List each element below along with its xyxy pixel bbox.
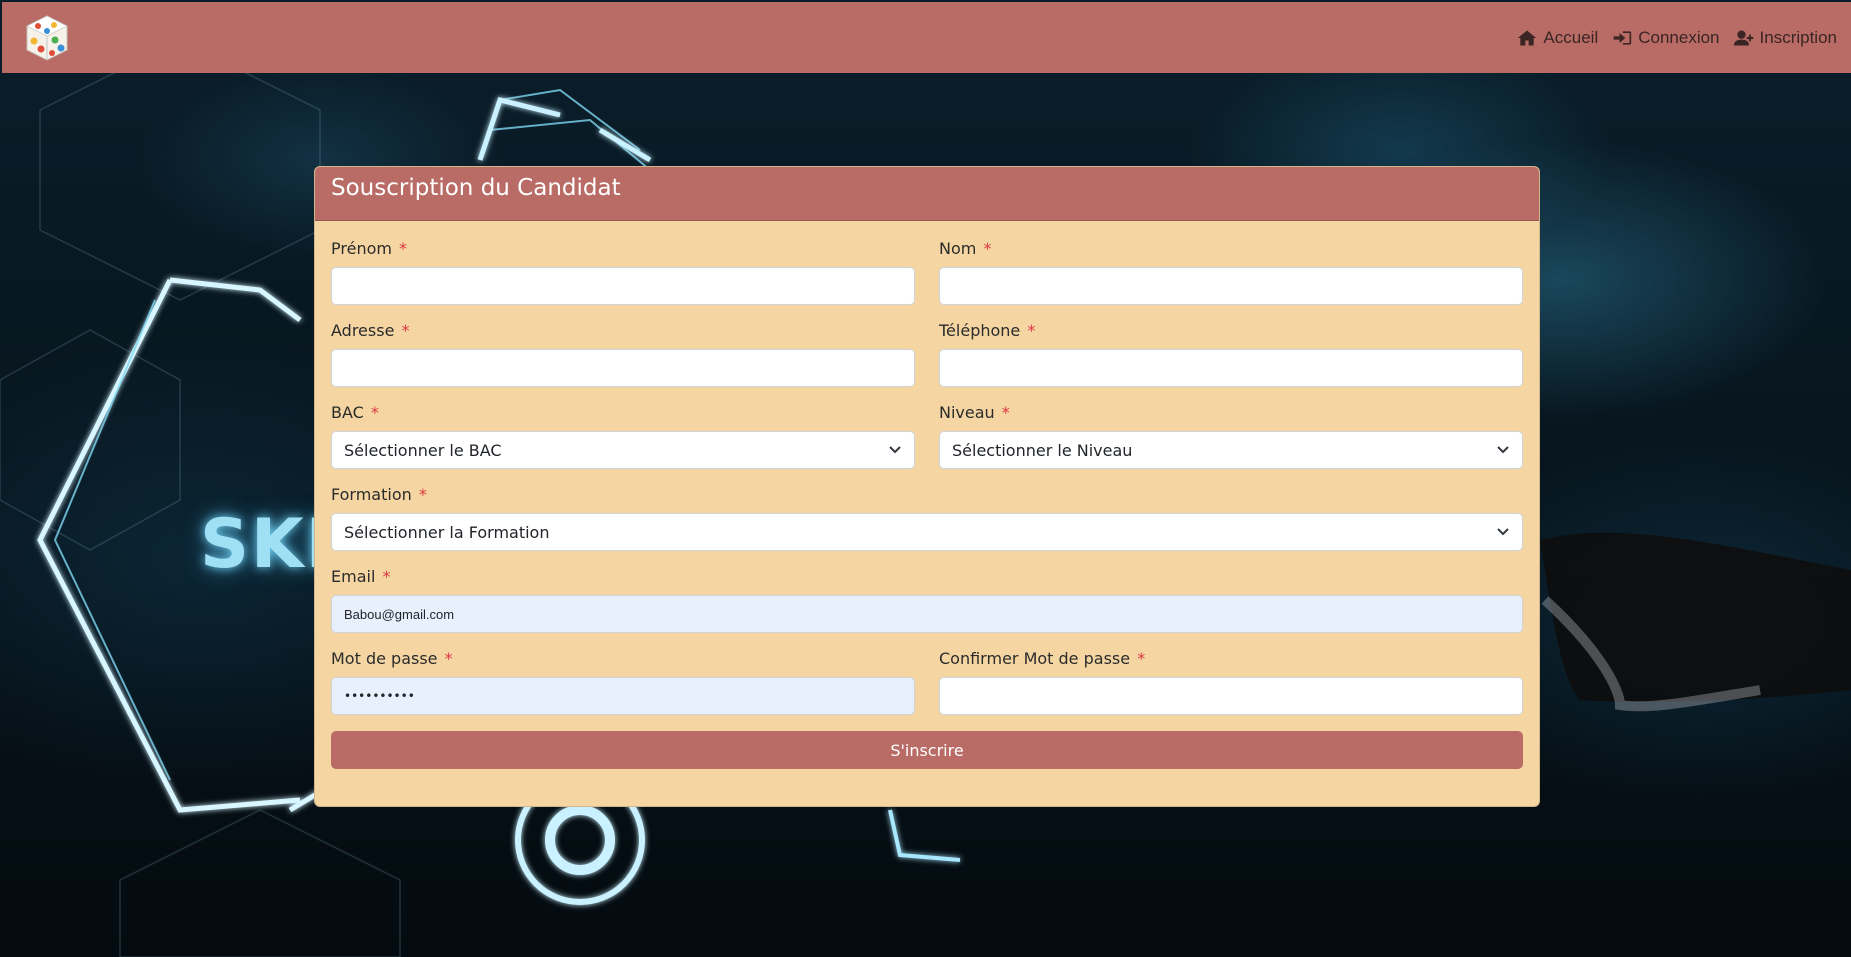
field-group-confirm-password: Confirmer Mot de passe * <box>939 649 1523 715</box>
bac-label-text: BAC <box>331 403 364 422</box>
formation-label-text: Formation <box>331 485 412 504</box>
nav-login-link[interactable]: Connexion <box>1612 27 1720 48</box>
form-row-contact: Adresse * Téléphone * <box>331 321 1523 387</box>
chevron-down-icon <box>1497 446 1509 454</box>
formation-select[interactable]: Sélectionner la Formation <box>331 513 1523 551</box>
form-row-formation: Formation * Sélectionner la Formation <box>331 485 1523 551</box>
telephone-input[interactable] <box>939 349 1523 387</box>
form-row-password: Mot de passe * Confirmer Mot de passe * <box>331 649 1523 715</box>
bac-label: BAC * <box>331 403 915 422</box>
niveau-label-text: Niveau <box>939 403 995 422</box>
adresse-input[interactable] <box>331 349 915 387</box>
nav-home-label: Accueil <box>1543 27 1599 47</box>
form-row-education: BAC * Sélectionner le BAC Niveau * Sélec… <box>331 403 1523 469</box>
niveau-label: Niveau * <box>939 403 1523 422</box>
nom-label-text: Nom <box>939 239 977 258</box>
field-group-email: Email * <box>331 567 1523 633</box>
field-group-prenom: Prénom * <box>331 239 915 305</box>
required-marker: * <box>382 567 391 586</box>
required-marker: * <box>370 403 379 422</box>
required-marker: * <box>401 321 410 340</box>
email-label-text: Email <box>331 567 376 586</box>
field-group-telephone: Téléphone * <box>939 321 1523 387</box>
field-group-niveau: Niveau * Sélectionner le Niveau <box>939 403 1523 469</box>
user-plus-icon <box>1733 30 1753 45</box>
password-label-text: Mot de passe <box>331 649 438 668</box>
confirm-password-input[interactable] <box>939 677 1523 715</box>
confirm-password-label: Confirmer Mot de passe * <box>939 649 1523 668</box>
required-marker: * <box>1027 321 1036 340</box>
telephone-label-text: Téléphone <box>939 321 1021 340</box>
email-label: Email * <box>331 567 1523 586</box>
required-marker: * <box>983 239 992 258</box>
nav-login-label: Connexion <box>1638 27 1720 47</box>
field-group-formation: Formation * Sélectionner la Formation <box>331 485 1523 551</box>
chevron-down-icon <box>889 446 901 454</box>
nav-links: Accueil Connexion Inscription <box>1517 28 1837 48</box>
prenom-input[interactable] <box>331 267 915 305</box>
adresse-label: Adresse * <box>331 321 915 340</box>
form-row-name: Prénom * Nom * <box>331 239 1523 305</box>
form-title: Souscription du Candidat <box>331 175 621 201</box>
required-marker: * <box>444 649 453 668</box>
required-marker: * <box>399 239 408 258</box>
niveau-select-value: Sélectionner le Niveau <box>952 440 1133 460</box>
required-marker: * <box>1001 403 1010 422</box>
registration-card: Souscription du Candidat Prénom * Nom * … <box>314 166 1540 807</box>
prenom-label: Prénom * <box>331 239 915 258</box>
email-input[interactable] <box>331 595 1523 633</box>
home-icon <box>1518 30 1537 45</box>
nav-register-label: Inscription <box>1759 27 1837 47</box>
top-navbar: Accueil Connexion Inscription <box>2 2 1851 73</box>
cube-logo-icon[interactable] <box>24 13 70 63</box>
nom-label: Nom * <box>939 239 1523 258</box>
password-input[interactable] <box>331 677 915 715</box>
chevron-down-icon <box>1497 528 1509 536</box>
bac-select-value: Sélectionner le BAC <box>344 440 502 460</box>
nom-input[interactable] <box>939 267 1523 305</box>
nav-register-link[interactable]: Inscription <box>1733 27 1837 48</box>
required-marker: * <box>418 485 427 504</box>
nav-home-link[interactable]: Accueil <box>1517 28 1598 48</box>
field-group-adresse: Adresse * <box>331 321 915 387</box>
required-marker: * <box>1137 649 1146 668</box>
registration-form: Prénom * Nom * Adresse * Téléphone * BAC… <box>315 221 1539 785</box>
card-header: Souscription du Candidat <box>315 167 1539 221</box>
niveau-select[interactable]: Sélectionner le Niveau <box>939 431 1523 469</box>
field-group-password: Mot de passe * <box>331 649 915 715</box>
adresse-label-text: Adresse <box>331 321 395 340</box>
password-label: Mot de passe * <box>331 649 915 668</box>
bac-select[interactable]: Sélectionner le BAC <box>331 431 915 469</box>
confirm-password-label-text: Confirmer Mot de passe <box>939 649 1131 668</box>
telephone-label: Téléphone * <box>939 321 1523 340</box>
prenom-label-text: Prénom <box>331 239 392 258</box>
field-group-nom: Nom * <box>939 239 1523 305</box>
form-row-email: Email * <box>331 567 1523 633</box>
sign-in-icon <box>1613 30 1632 45</box>
formation-select-value: Sélectionner la Formation <box>344 522 550 542</box>
submit-button[interactable]: S'inscrire <box>331 731 1523 769</box>
formation-label: Formation * <box>331 485 1523 504</box>
field-group-bac: BAC * Sélectionner le BAC <box>331 403 915 469</box>
